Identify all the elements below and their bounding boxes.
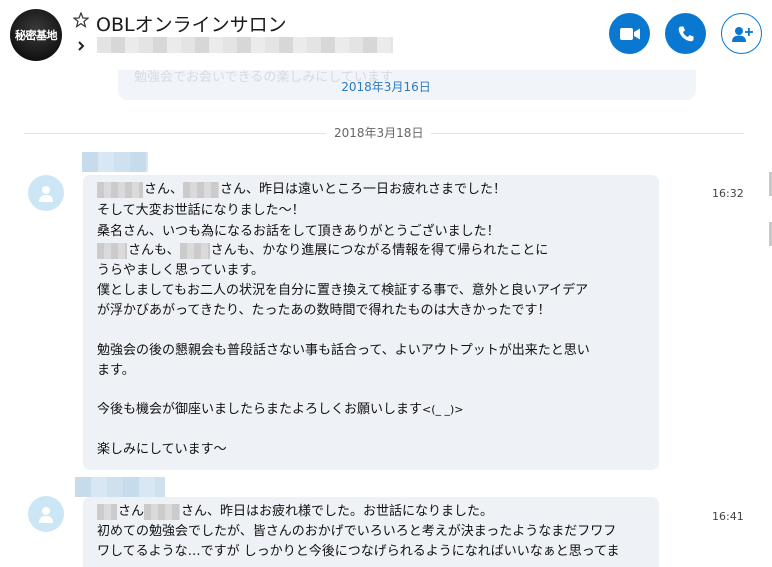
phone-icon <box>678 26 693 41</box>
message-line: 初めての勉強会でしたが、皆さんのおかげでいろいろと考えが決まったようなまだフワフ <box>97 524 617 539</box>
message-line: ます。 <box>97 363 135 378</box>
redacted-name <box>97 242 127 259</box>
audio-call-button[interactable] <box>665 13 706 54</box>
message-line: ワしてるような…ですが しっかりと今後につなげられるようになればいいなぁと思って… <box>97 544 620 559</box>
previous-date-label: 2018年3月16日 <box>341 80 431 94</box>
message-text: さん <box>118 504 145 519</box>
group-avatar[interactable]: 秘密基地 <box>10 9 62 61</box>
default-avatar-icon <box>39 186 53 202</box>
message-text: 今後も機会が御座いましたらまたよろしくお願いします <box>97 402 423 417</box>
message-line: 楽しみにしています～ <box>97 442 227 457</box>
default-avatar-icon <box>39 507 53 523</box>
sender-avatar[interactable] <box>28 175 64 211</box>
message-line: うらやましく思っています。 <box>97 263 265 278</box>
message-line: さん さん、昨日はお疲れ様でした。お世話になりました。 <box>97 502 493 521</box>
message-text: さんも、 <box>128 243 180 258</box>
sender-name-redacted <box>75 477 165 497</box>
redacted-name <box>179 242 210 259</box>
message-line: そして大変お世話になりました～！ <box>97 203 305 218</box>
message-text: さん、昨日は遠いところ一日お疲れさまでした！ <box>220 182 507 197</box>
redacted-name <box>144 503 181 520</box>
chevron-right-icon[interactable] <box>76 40 86 52</box>
participants-redacted <box>97 37 393 53</box>
star-outline-icon[interactable] <box>73 12 89 28</box>
sender-avatar[interactable] <box>28 496 64 532</box>
redacted-name <box>97 503 117 520</box>
chat-header: 秘密基地 OBLオンラインサロン <box>0 0 772 70</box>
conversation-title[interactable]: OBLオンラインサロン <box>96 10 287 37</box>
message-line: 勉強会の後の懇親会も普段話さない事も話合って、よいアウトプットが出来たと思い <box>97 343 590 358</box>
date-divider-label: 2018年3月18日 <box>326 124 432 141</box>
message-text: さんも、かなり進展につながる情報を得て帰られたことに <box>210 243 549 258</box>
add-people-button[interactable] <box>721 13 762 54</box>
group-avatar-text: 秘密基地 <box>15 29 58 42</box>
message-text: さん、昨日はお疲れ様でした。お世話になりました。 <box>181 504 494 519</box>
redacted-name <box>183 181 220 198</box>
emoticon: <(_ _)> <box>422 403 464 416</box>
message-text: さん、 <box>144 182 184 197</box>
message-line: 今後も機会が御座いましたらまたよろしくお願いします<(_ _)> <box>97 400 464 419</box>
message-line: が浮かびあがってきたり、たったあの数時間で得れたものは大きかったです！ <box>97 303 551 318</box>
message-line: さんも、 さんも、かなり進展につながる情報を得て帰られたことに <box>97 241 548 260</box>
message-line: さん、 さん、昨日は遠いところ一日お疲れさまでした！ <box>97 180 506 199</box>
video-call-icon <box>619 27 640 40</box>
message-line: 桑名さん、いつも為になるお話をして頂きありがとうございました！ <box>97 224 500 239</box>
add-person-icon <box>731 26 753 42</box>
sender-name-redacted <box>82 152 148 172</box>
message-timestamp: 16:32 <box>712 187 744 200</box>
redacted-name <box>97 181 143 198</box>
video-call-button[interactable] <box>609 13 650 54</box>
message-line: 僕としましてもお二人の状況を自分に置き換えて検証する事で、意外と良いアイデア <box>97 283 589 298</box>
message-timestamp: 16:41 <box>712 510 744 523</box>
